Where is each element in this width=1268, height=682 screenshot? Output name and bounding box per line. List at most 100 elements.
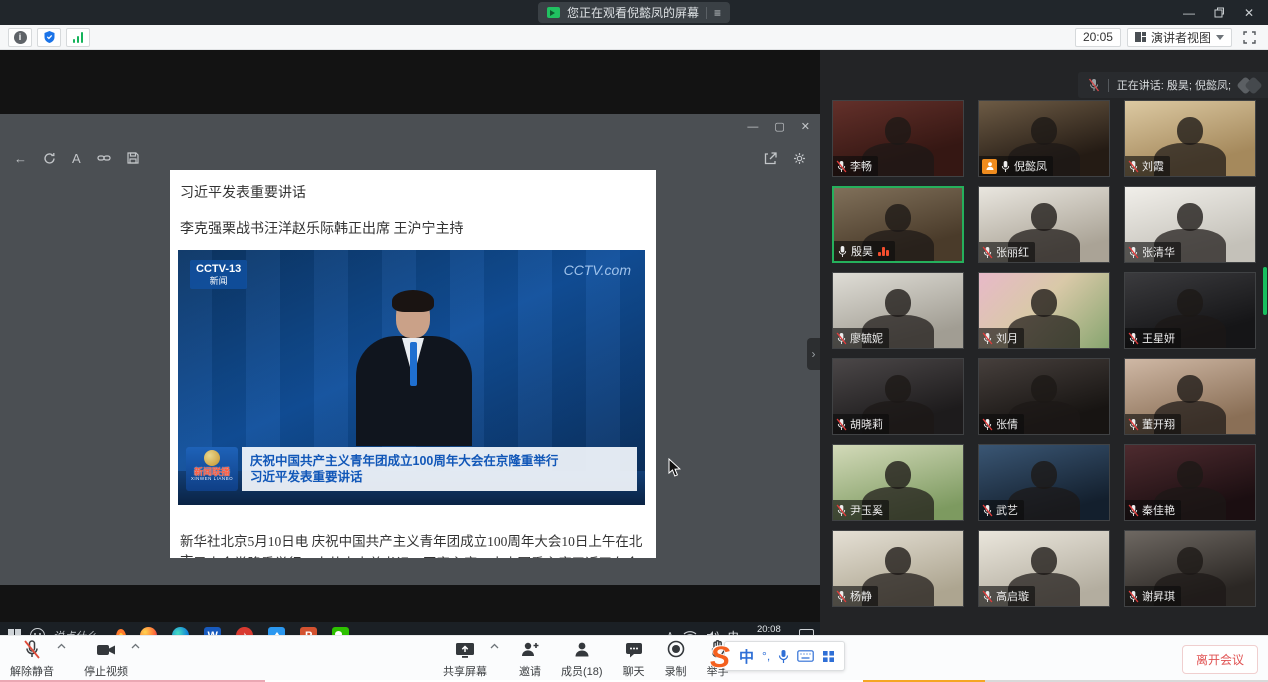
panel-collapse-arrow[interactable]: › [807,338,820,370]
say-something-box[interactable]: 说点什么... [53,628,106,636]
ime-indicator[interactable]: 中 [728,628,739,636]
members-icon [571,639,593,661]
participant-name: 胡晓莉 [850,416,883,432]
link-icon[interactable] [97,153,111,163]
video-tile[interactable]: 刘霞 [1124,100,1256,177]
mic-status-icon [836,332,847,345]
network-signal-icon[interactable] [66,28,90,47]
chevron-up-icon[interactable] [490,643,499,649]
mic-status-icon [1128,590,1139,603]
participant-name: 秦佳艳 [1142,502,1175,518]
meeting-info-button[interactable]: i [8,28,32,47]
globe-icon [204,450,220,466]
volume-bars [878,246,889,256]
video-tile[interactable]: 尹玉奚 [832,444,964,521]
xinwenlianbo-logo: 新闻联播 XINWEN LIANBO [186,447,238,491]
ime-toolbar[interactable]: S 中 °, [710,641,845,671]
video-tile[interactable]: 倪懿凤 [978,100,1110,177]
scrollbar-thumb[interactable] [1263,267,1267,315]
font-icon[interactable]: A [72,151,81,166]
ime-keyboard-icon[interactable] [797,650,814,662]
security-shield-icon[interactable] [37,28,61,47]
participant-name: 廖毓妮 [850,330,883,346]
mic-status-icon [982,590,993,603]
mic-status-icon [1000,160,1011,173]
ime-voice-icon[interactable] [778,649,789,664]
minimize-button[interactable]: — [1174,0,1204,25]
chevron-up-icon[interactable] [131,643,140,649]
participant-name: 倪懿凤 [1014,158,1047,174]
music-app-icon[interactable]: ♪ [236,627,253,635]
share-status-pill[interactable]: 您正在观看倪懿凤的屏幕 ≡ [538,2,730,23]
video-tile[interactable]: 王星妍 [1124,272,1256,349]
chevron-up-icon[interactable] [57,643,66,649]
participant-nameplate: 倪懿凤 [979,156,1053,176]
wechat-icon[interactable] [332,627,349,635]
screen-share-icon [547,7,560,18]
video-tile[interactable]: 武艺 [978,444,1110,521]
doc-body-line2: 人民大会堂隆重举行。中共中央总书记、国家主席、中央军委主席习近平在会上发 [180,552,650,558]
view-mode-button[interactable]: 演讲者视图 [1127,28,1232,47]
doc-maximize-icon[interactable]: ▢ [774,120,784,133]
close-button[interactable]: ✕ [1234,0,1264,25]
share-menu-icon[interactable]: ≡ [714,7,721,19]
active-speaker-banner: 正在讲话: 殷昊; 倪懿凤; [1078,72,1268,98]
share-screen-icon [454,639,476,661]
participant-nameplate: 杨静 [833,586,878,606]
mic-status-icon [1128,246,1139,259]
invite-button[interactable]: 邀请 [519,639,541,679]
video-tile[interactable]: 刘月 [978,272,1110,349]
refresh-icon[interactable] [43,152,56,165]
members-button[interactable]: 成员(18) [561,639,603,679]
taskbar-clock[interactable]: 20:08 2022/5/15 [748,624,790,635]
chat-button[interactable]: 聊天 [623,639,645,679]
ime-punctuation[interactable]: °, [762,649,770,663]
emoji-icon[interactable] [30,628,45,635]
video-tile[interactable]: 张倩 [978,358,1110,435]
leave-meeting-button[interactable]: 离开会议 [1182,645,1258,674]
document-page[interactable]: 习近平发表重要讲话 李克强栗战书汪洋赵乐际韩正出席 王沪宁主持 CCTV-13 … [170,170,656,558]
settings-gear-icon[interactable] [793,152,806,165]
video-tile[interactable]: 杨静 [832,530,964,607]
participant-name: 张清华 [1142,244,1175,260]
video-tile[interactable]: 张清华 [1124,186,1256,263]
participant-name: 张倩 [996,416,1018,432]
video-tile[interactable]: 张丽红 [978,186,1110,263]
video-tile[interactable]: 秦佳艳 [1124,444,1256,521]
back-icon[interactable]: ← [14,151,27,166]
participant-name: 李畅 [850,158,872,174]
word-icon[interactable]: W [204,627,221,635]
participant-name: 谢昇琪 [1142,588,1175,604]
ime-chinese-mode[interactable]: 中 [739,646,754,667]
video-tile[interactable]: 殷昊 [832,186,964,263]
participant-name: 刘月 [996,330,1018,346]
doc-minimize-icon[interactable]: — [747,121,758,133]
letterbox-top [0,50,820,114]
doc-close-icon[interactable]: ✕ [801,120,810,133]
video-tile[interactable]: 董开翔 [1124,358,1256,435]
share-screen-button[interactable]: 共享屏幕 [443,639,499,679]
blue-app-icon[interactable] [268,627,285,635]
video-tile[interactable]: 李畅 [832,100,964,177]
powerpoint-icon[interactable]: P [300,627,317,635]
save-icon[interactable] [127,152,139,164]
record-button[interactable]: 录制 [665,639,687,679]
edge-icon[interactable] [172,627,189,635]
participants-panel: 正在讲话: 殷昊; 倪懿凤; 李畅 倪懿凤 [820,50,1268,635]
stop-video-button[interactable]: 停止视频 [84,639,140,679]
video-tile[interactable]: 高启璇 [978,530,1110,607]
restore-button[interactable] [1204,0,1234,25]
export-icon[interactable] [764,152,777,165]
video-tile[interactable]: 胡晓莉 [832,358,964,435]
participant-nameplate: 刘月 [979,328,1024,348]
firefox-icon[interactable] [140,627,157,635]
mouse-cursor [668,458,682,483]
shared-document-window: — ▢ ✕ ← A [0,114,820,585]
video-tile[interactable]: 廖毓妮 [832,272,964,349]
fullscreen-button[interactable] [1238,28,1260,47]
video-tile[interactable]: 谢昇琪 [1124,530,1256,607]
unmute-button[interactable]: 解除静音 [10,639,66,679]
ime-grid-icon[interactable] [822,650,835,663]
participant-nameplate: 武艺 [979,500,1024,520]
mic-status-icon [837,245,848,258]
